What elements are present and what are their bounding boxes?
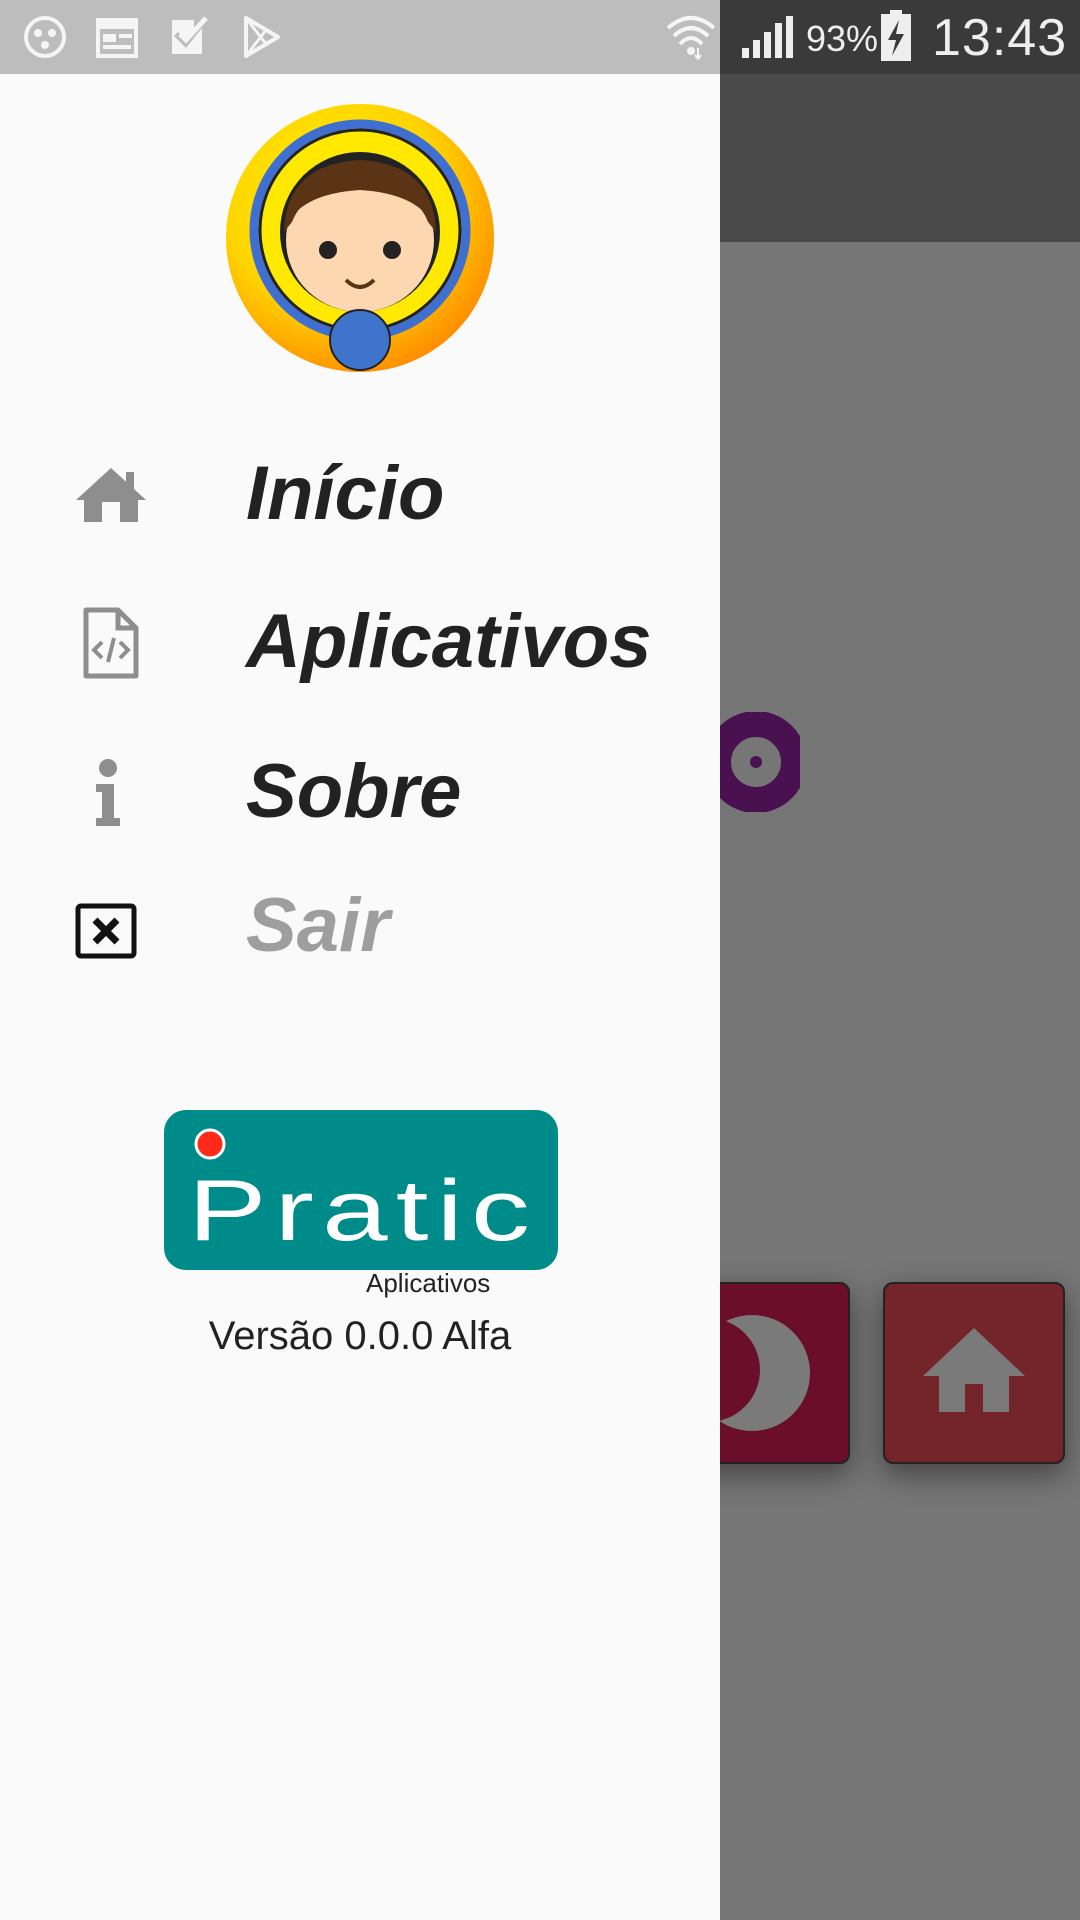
tasks-check-icon (172, 16, 208, 54)
menu-label-inicio: Início (246, 451, 445, 536)
menu-label-sobre: Sobre (246, 749, 462, 834)
code-file-icon (83, 607, 139, 679)
wifi-icon (666, 16, 716, 60)
menu-item-inicio[interactable]: Início (0, 442, 720, 562)
play-store-icon (244, 16, 280, 58)
saint-avatar-icon (226, 104, 494, 372)
signal-icon (742, 16, 793, 58)
cat-notification-icon (24, 16, 66, 58)
logo-wordmark: Pratic (188, 1163, 538, 1259)
menu-item-aplicativos[interactable]: Aplicativos (0, 590, 720, 710)
home-tile-button[interactable] (883, 1282, 1065, 1464)
pratic-logo: Pratic Aplicativos (164, 1110, 558, 1298)
logo-subtitle: Aplicativos (366, 1268, 490, 1298)
info-icon (96, 759, 120, 826)
menu-label-aplicativos: Aplicativos (246, 599, 652, 684)
moon-icon (938, 712, 1010, 812)
close-box-icon (75, 903, 137, 959)
home-tile-icon (923, 1328, 1025, 1412)
status-bar: 93% 13:43 (0, 0, 1080, 74)
calendar-icon (96, 18, 138, 58)
app-version: Versão 0.0.0 Alfa (208, 1314, 512, 1358)
menu-item-sobre[interactable]: Sobre (0, 740, 720, 860)
navigation-drawer: Início Aplicativos Sobre Sair Pratic Apl… (0, 74, 720, 1920)
clock-time: 13:43 (932, 9, 1068, 67)
menu-item-sair[interactable]: Sair (0, 880, 720, 1000)
home-icon (76, 468, 146, 522)
battery-charging-icon (881, 10, 911, 61)
battery-percent: 93% (806, 18, 879, 59)
menu-label-sair: Sair (246, 883, 390, 968)
